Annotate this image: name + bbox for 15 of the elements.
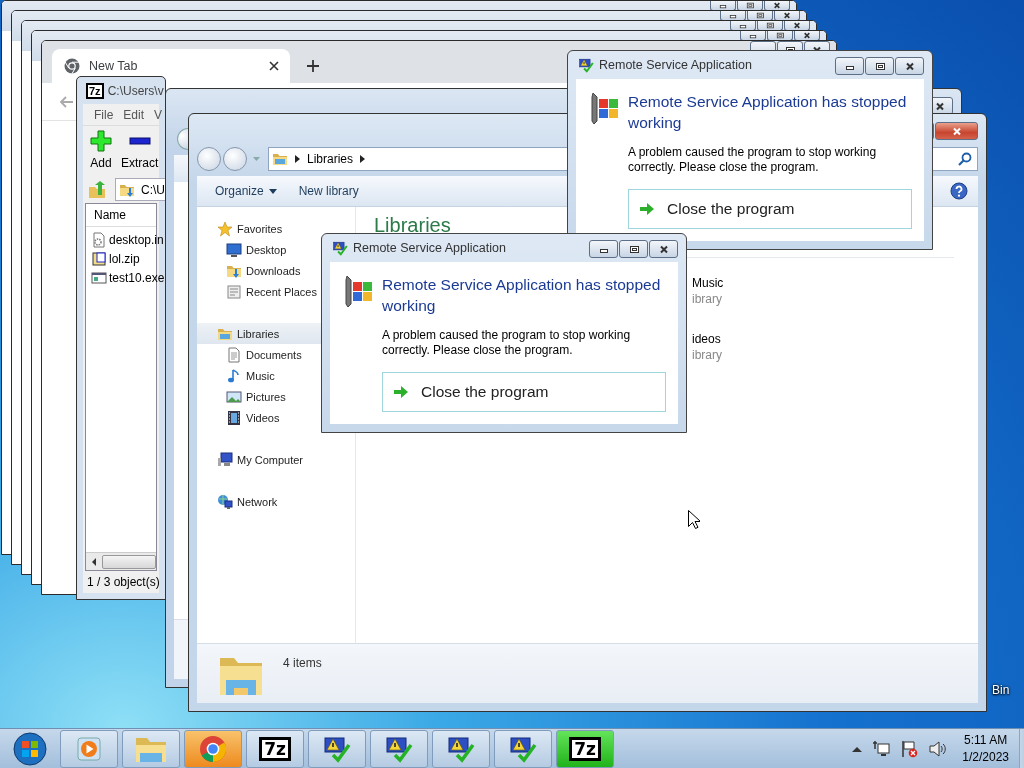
window-title: C:\Users\v [107, 83, 164, 98]
archiver-logo: 7z [86, 82, 104, 99]
page-heading: Libraries [374, 213, 452, 237]
window-title: Remote Service Application [353, 241, 506, 255]
item-count: 4 items [283, 656, 322, 670]
dialog-message: A problem caused the program to stop working correctly. Please close the program. [382, 328, 632, 358]
archiver-logo: 7z [259, 737, 291, 761]
library-type: ibrary [692, 347, 723, 363]
library-type: ibrary [692, 291, 723, 307]
dialog-message: A problem caused the program to stop working correctly. Please close the program. [628, 145, 878, 175]
window-title: Remote Service Application [599, 58, 752, 72]
status-text: 1 / 3 object(s) [86, 574, 159, 591]
archiver-logo: 7z [569, 737, 601, 761]
dialog-heading: Remote Service Application has stopped working [382, 275, 662, 316]
dialog-heading: Remote Service Application has stopped working [628, 92, 908, 133]
